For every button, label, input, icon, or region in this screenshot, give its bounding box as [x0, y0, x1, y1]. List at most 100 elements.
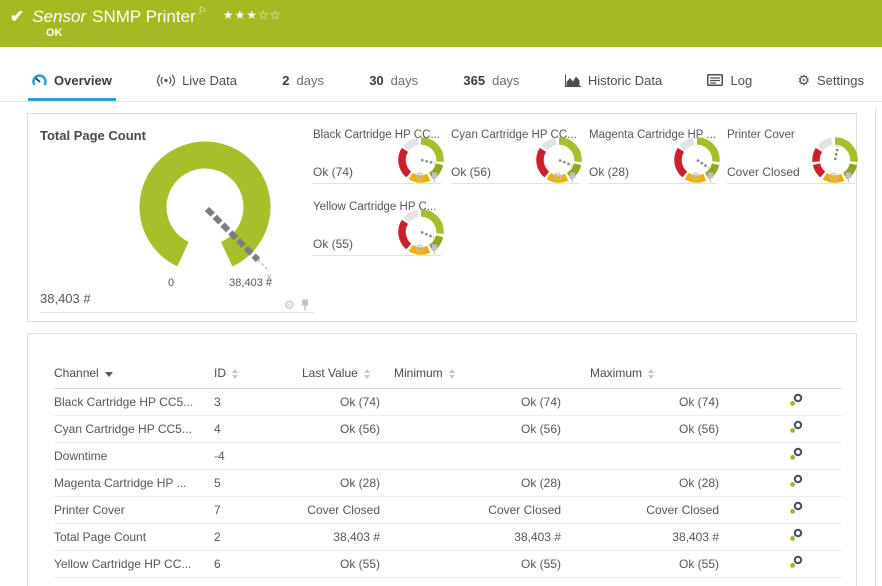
table-row: Total Page Count 2 38,403 # 38,403 # 38,…	[54, 523, 842, 550]
edit-channel-icon[interactable]	[789, 501, 803, 515]
channel-link[interactable]: Printer Cover	[54, 503, 125, 517]
channel-link[interactable]: Yellow Cartridge HP CC...	[54, 557, 191, 571]
channel-id: 5	[214, 469, 302, 496]
gauge-value: Ok (55)	[313, 237, 353, 251]
gauge-settings-gear-icon[interactable]: ⚙	[828, 171, 839, 183]
pin-icon[interactable]	[844, 172, 853, 183]
tab-overview[interactable]: Overview	[28, 62, 116, 101]
gauge-value: Ok (74)	[313, 165, 353, 179]
channel-last-value: Ok (56)	[302, 415, 394, 442]
channel-minimum: Ok (56)	[394, 415, 590, 442]
channel-minimum	[394, 442, 590, 469]
column-header-minimum[interactable]: Minimum	[394, 358, 590, 388]
gauge-value: Ok (56)	[451, 165, 491, 179]
channel-link[interactable]: Total Page Count	[54, 530, 146, 544]
sort-icon	[648, 369, 654, 379]
total-page-count-gauge: x	[130, 132, 280, 282]
stars-filled: ★★★	[223, 8, 258, 22]
historic-data-icon	[565, 74, 581, 87]
channel-id: -4	[214, 442, 302, 469]
gauge-magenta-cartridge: Magenta Cartridge HP ... Ok (28) ⚙	[589, 129, 717, 184]
gauge-settings-gear-icon[interactable]: ⚙	[414, 243, 425, 255]
gauge-yellow-cartridge: Yellow Cartridge HP C... Ok (55) ⚙	[313, 201, 441, 256]
tab-30-days[interactable]: 30 days	[365, 62, 422, 101]
column-header-last-value[interactable]: Last Value	[302, 358, 394, 388]
channel-id: 7	[214, 496, 302, 523]
tab-2-days[interactable]: 2 days	[278, 62, 328, 101]
priority-stars[interactable]: ★★★☆☆	[223, 7, 282, 23]
tab-2-days-unit: days	[296, 73, 323, 88]
tab-365-days[interactable]: 365 days	[459, 62, 523, 101]
flag-icon[interactable]: ⚐	[198, 6, 207, 17]
channel-last-value: 38,403 #	[302, 523, 394, 550]
channel-link[interactable]: Black Cartridge HP CC5...	[54, 395, 193, 409]
divider	[40, 312, 314, 313]
tab-live-data-label: Live Data	[182, 73, 237, 88]
tab-365-days-unit: days	[492, 73, 519, 88]
gauge-scale-max: 38,403 #	[200, 277, 272, 289]
channel-link[interactable]: Cyan Cartridge HP CC5...	[54, 422, 192, 436]
table-row: Black Cartridge HP CC5... 3 Ok (74) Ok (…	[54, 388, 842, 415]
channel-id: 4	[214, 415, 302, 442]
channel-last-value: Ok (74)	[302, 388, 394, 415]
live-data-icon	[157, 74, 175, 87]
table-header-row: Channel ID Last Value Minimum Maximum	[54, 358, 842, 388]
tab-log[interactable]: Log	[703, 62, 756, 101]
gauge-value: Cover Closed	[727, 165, 800, 179]
gauge-total-page-count: Total Page Count x 0 38,403 # 38,403 # ⚙	[28, 114, 314, 323]
page-scroll-edge	[875, 108, 876, 586]
channel-id: 6	[214, 550, 302, 577]
tab-settings-label: Settings	[817, 73, 864, 88]
tab-2-days-number: 2	[282, 73, 289, 88]
channel-maximum: Ok (56)	[590, 415, 750, 442]
tab-historic-data[interactable]: Historic Data	[561, 62, 666, 101]
channel-link[interactable]: Downtime	[54, 449, 107, 463]
channel-minimum: Ok (74)	[394, 388, 590, 415]
stars-empty: ☆☆	[258, 8, 282, 22]
gauge-black-cartridge: Black Cartridge HP CC... Ok (74) ⚙	[313, 129, 441, 184]
gauge-settings-gear-icon[interactable]: ⚙	[284, 299, 295, 311]
edit-channel-icon[interactable]	[789, 474, 803, 488]
pin-icon[interactable]	[430, 172, 439, 183]
channel-minimum: Cover Closed	[394, 496, 590, 523]
channel-maximum	[590, 442, 750, 469]
edit-channel-icon[interactable]	[789, 393, 803, 407]
ok-check-icon: ✔	[10, 6, 24, 28]
edit-channel-icon[interactable]	[789, 528, 803, 542]
gauge-settings-gear-icon[interactable]: ⚙	[414, 171, 425, 183]
channel-last-value	[302, 442, 394, 469]
pin-icon[interactable]	[568, 172, 577, 183]
edit-channel-icon[interactable]	[789, 420, 803, 434]
column-header-edit	[750, 358, 842, 388]
sensor-type-label: Sensor	[32, 6, 86, 28]
tab-live-data[interactable]: Live Data	[153, 62, 241, 101]
tab-overview-label: Overview	[54, 73, 112, 88]
channel-maximum: Ok (74)	[590, 388, 750, 415]
channel-maximum: Ok (55)	[590, 550, 750, 577]
gauges-panel: Total Page Count x 0 38,403 # 38,403 # ⚙…	[27, 113, 857, 322]
edit-channel-icon[interactable]	[789, 555, 803, 569]
sensor-header: ✔ Sensor SNMP Printer ⚐ ★★★☆☆ OK	[0, 0, 882, 47]
sort-icon	[364, 369, 370, 379]
gauge-current-value: 38,403 #	[40, 291, 91, 306]
column-header-id[interactable]: ID	[214, 358, 302, 388]
pin-icon[interactable]	[300, 299, 310, 311]
channel-link[interactable]: Magenta Cartridge HP ...	[54, 476, 187, 490]
tab-historic-data-label: Historic Data	[588, 73, 662, 88]
tab-30-days-unit: days	[391, 73, 418, 88]
channels-table-panel: Channel ID Last Value Minimum Maximum Bl…	[27, 333, 857, 586]
tab-bar: Overview Live Data 2 days 30 days 365 da…	[0, 62, 882, 102]
pin-icon[interactable]	[430, 244, 439, 255]
channel-minimum: 38,403 #	[394, 523, 590, 550]
gauge-title: Printer Cover	[727, 129, 795, 141]
table-row: Magenta Cartridge HP ... 5 Ok (28) Ok (2…	[54, 469, 842, 496]
pin-icon[interactable]	[706, 172, 715, 183]
table-row: Downtime -4	[54, 442, 842, 469]
sort-desc-icon	[105, 372, 113, 377]
gauge-settings-gear-icon[interactable]: ⚙	[552, 171, 563, 183]
column-header-maximum[interactable]: Maximum	[590, 358, 750, 388]
gauge-settings-gear-icon[interactable]: ⚙	[690, 171, 701, 183]
edit-channel-icon[interactable]	[789, 447, 803, 461]
tab-settings[interactable]: ⚙ Settings	[793, 62, 868, 101]
column-header-channel[interactable]: Channel	[54, 358, 214, 388]
